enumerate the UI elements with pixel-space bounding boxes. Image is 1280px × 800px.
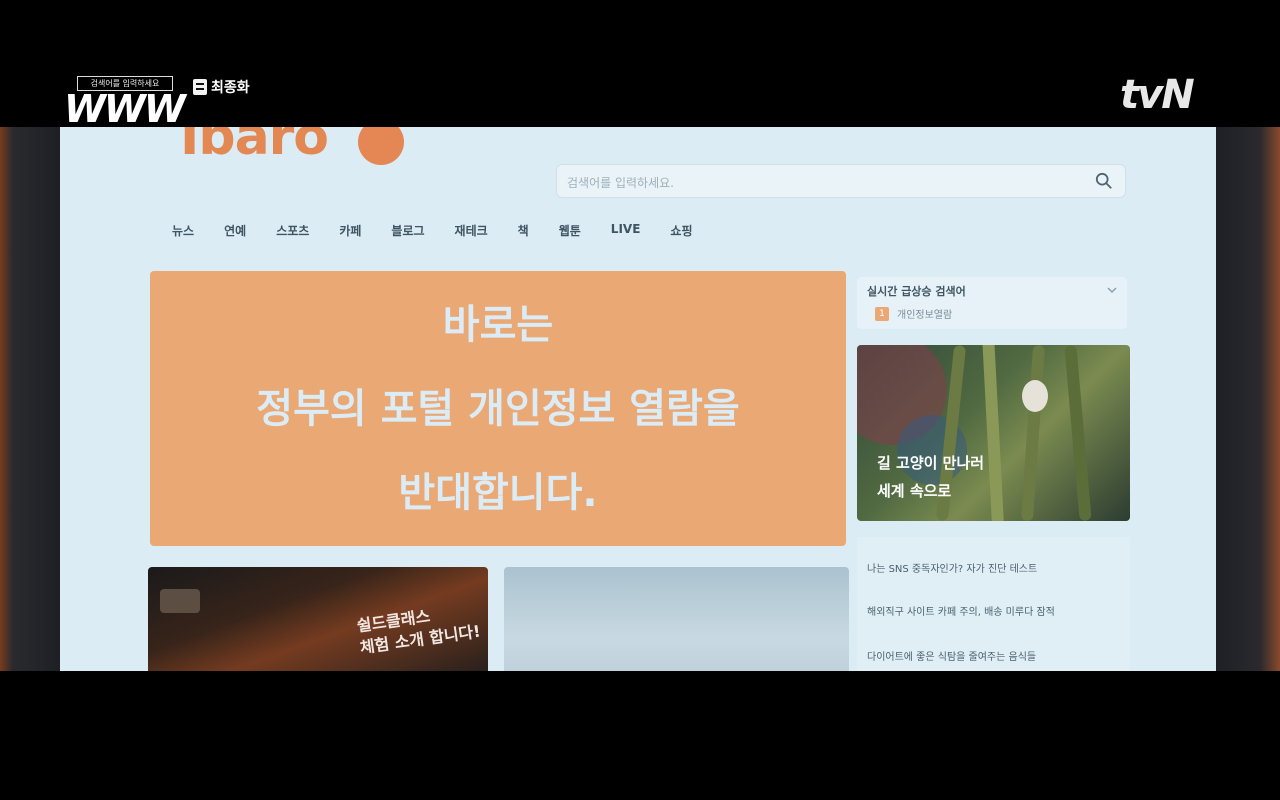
trending-text: 개인정보열람 bbox=[897, 310, 953, 321]
game-card[interactable]: 쉴드클래스 체험 소개 합니다! bbox=[148, 567, 488, 671]
photo-card[interactable]: 길 고양이 만나러 세계 속으로 bbox=[857, 345, 1130, 521]
chevron-down-icon[interactable] bbox=[1107, 285, 1117, 295]
sky-card[interactable] bbox=[504, 567, 849, 671]
main-nav: 뉴스 연예 스포츠 카페 블로그 재테크 책 웹툰 LIVE 쇼핑 bbox=[172, 222, 723, 239]
article-list: 나는 SNS 중독자인가? 자가 진단 테스트 해외직구 사이트 카페 주의, … bbox=[857, 537, 1130, 671]
search-box[interactable]: 검색어를 입력하세요. bbox=[556, 164, 1126, 198]
photo-caption-line-1: 길 고양이 만나러 bbox=[877, 454, 985, 472]
nav-item-webtoon[interactable]: 웹툰 bbox=[559, 222, 581, 239]
monitor-bezel-left bbox=[0, 127, 64, 671]
list-item[interactable]: 다이어트에 좋은 식탐을 줄여주는 음식들 bbox=[867, 648, 1036, 663]
photo-cat bbox=[1022, 380, 1048, 412]
game-card-text: 쉴드클래스 체험 소개 합니다! bbox=[356, 599, 482, 659]
banner-line-1: 바로는 bbox=[442, 301, 554, 348]
notice-banner: 바로는 정부의 포털 개인정보 열람을 반대합니다. bbox=[150, 271, 846, 546]
photo-bamboo bbox=[1064, 345, 1092, 521]
list-item[interactable]: 해외직구 사이트 카페 주의, 배송 미루다 잠적 bbox=[867, 603, 1055, 618]
search-input[interactable]: 검색어를 입력하세요. bbox=[567, 174, 674, 191]
nav-item-sports[interactable]: 스포츠 bbox=[276, 222, 309, 239]
episode-badge: 최종화 bbox=[193, 77, 250, 97]
nav-item-shopping[interactable]: 쇼핑 bbox=[670, 222, 692, 239]
banner-line-2: 정부의 포털 개인정보 열람을 bbox=[256, 385, 740, 432]
photo-bamboo bbox=[982, 345, 1004, 521]
episode-label: 최종화 bbox=[211, 80, 250, 96]
show-logo: WWW bbox=[64, 87, 186, 131]
nav-item-news[interactable]: 뉴스 bbox=[172, 222, 194, 239]
episode-icon bbox=[193, 79, 207, 95]
letterbox-top bbox=[0, 0, 1280, 127]
nav-item-cafe[interactable]: 카페 bbox=[339, 222, 361, 239]
letterbox-bottom bbox=[0, 671, 1280, 800]
trending-panel: 실시간 급상승 검색어 1 개인정보열람 bbox=[857, 277, 1127, 329]
nav-item-live[interactable]: LIVE bbox=[611, 222, 641, 239]
game-emblem bbox=[160, 589, 200, 613]
nav-item-blog[interactable]: 블로그 bbox=[391, 222, 424, 239]
banner-line-3: 반대합니다. bbox=[398, 469, 598, 516]
monitor-bezel-right bbox=[1214, 127, 1280, 671]
network-logo: tvN bbox=[1120, 72, 1195, 118]
site-logo[interactable]: Ibaro bbox=[180, 127, 329, 167]
nav-item-entertainment[interactable]: 연예 bbox=[224, 222, 246, 239]
site-logo-mark bbox=[358, 127, 404, 165]
search-icon[interactable] bbox=[1095, 172, 1113, 190]
nav-item-books[interactable]: 책 bbox=[518, 222, 529, 239]
photo-bamboo bbox=[1020, 345, 1046, 521]
photo-caption: 길 고양이 만나러 세계 속으로 bbox=[877, 449, 984, 505]
list-item[interactable]: 나는 SNS 중독자인가? 자가 진단 테스트 bbox=[867, 560, 1037, 575]
trending-item[interactable]: 1 개인정보열람 bbox=[875, 306, 952, 321]
nav-item-finance[interactable]: 재테크 bbox=[455, 222, 488, 239]
browser-screen: Ibaro 검색어를 입력하세요. 뉴스 연예 스포츠 카페 블로그 재테크 책… bbox=[60, 127, 1216, 671]
photo-caption-line-2: 세계 속으로 bbox=[877, 482, 952, 500]
trending-title: 실시간 급상승 검색어 bbox=[867, 285, 966, 298]
trending-rank: 1 bbox=[875, 306, 889, 321]
